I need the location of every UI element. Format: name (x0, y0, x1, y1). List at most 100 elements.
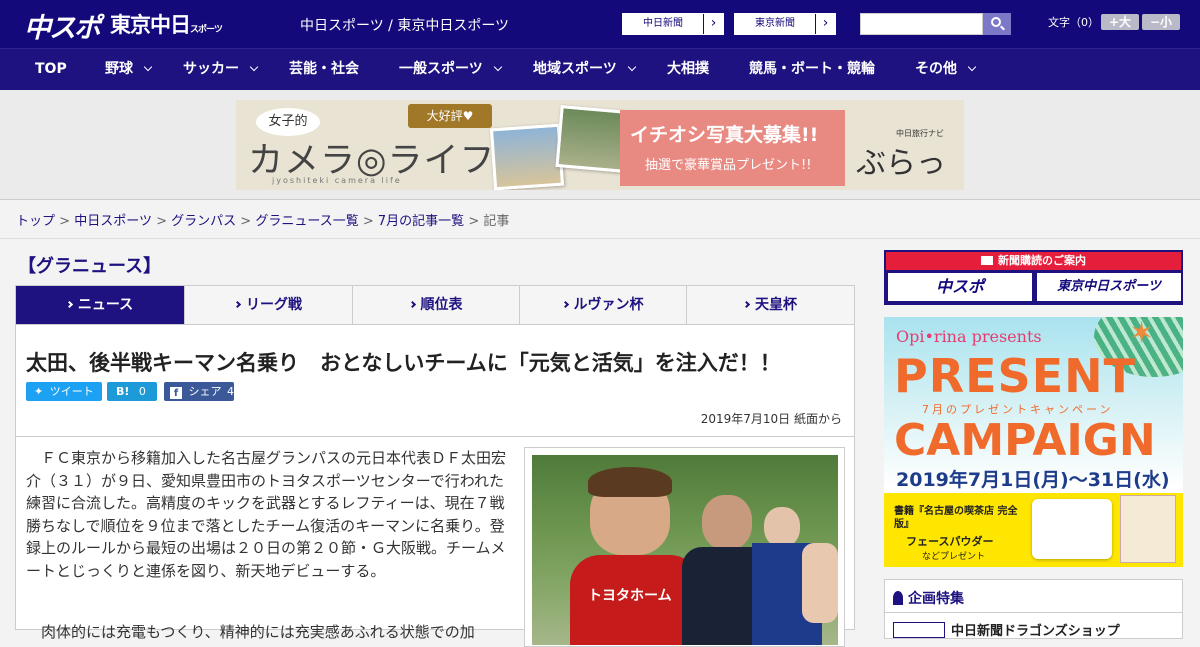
nav-item-other[interactable]: その他 (915, 49, 977, 90)
breadcrumb-link-top[interactable]: トップ (16, 214, 55, 229)
main-nav: TOP 野球 サッカー 芸能・社会 一般スポーツ 地域スポーツ 大相撲 競馬・ボ… (0, 48, 1200, 90)
camera-life-banner-ad[interactable]: 女子的 カメラ◎ライフ jyoshiteki camera life 大好評♥ … (236, 100, 964, 190)
nav-item-sumo[interactable]: 大相撲 (667, 49, 709, 90)
tokyo-shimbun-label: 東京新聞 (755, 18, 795, 29)
campaign-line1: PRESENT (894, 349, 1136, 403)
tab-standings[interactable]: 順位表 (353, 286, 520, 324)
chevron-right-icon (65, 300, 73, 309)
chevron-right-icon (561, 300, 569, 309)
chevron-down-icon (967, 62, 977, 72)
site-name-links[interactable]: 中日スポーツ / 東京中日スポーツ (300, 15, 509, 35)
compact-powder-image (1032, 499, 1112, 559)
tab-label: ニュース (77, 297, 134, 313)
nav-item-label: 芸能・社会 (289, 61, 359, 77)
section-title: 【グラニュース】 (18, 256, 162, 277)
campaign-gift2: フェースパウダー (906, 535, 994, 548)
chevron-down-icon (493, 62, 502, 72)
facebook-icon: f (170, 387, 182, 399)
nav-item-local-sports[interactable]: 地域スポーツ (533, 49, 636, 90)
banner-pink-panel: イチオシ写真大募集!! 抽選で豪華賞品プレゼント!! (620, 110, 845, 186)
breadcrumb-separator: > (362, 214, 374, 229)
nav-item-baseball[interactable]: 野球 (105, 49, 153, 90)
feature-box: 企画特集 中日新聞ドラゴンズショップ (884, 579, 1183, 639)
font-larger-button[interactable]: +大 (1101, 14, 1139, 30)
chuspo-subscribe-logo[interactable]: 中スポ (888, 273, 1032, 301)
tab-levain-cup[interactable]: ルヴァン杯 (520, 286, 687, 324)
divider (16, 436, 854, 437)
chevron-right-icon (233, 300, 242, 309)
article-photo[interactable]: トヨタホーム (532, 455, 838, 645)
nav-item-keiba[interactable]: 競馬・ボート・競輪 (749, 49, 875, 90)
photo-player-third (764, 507, 800, 547)
breadcrumb-link-july-articles[interactable]: 7月の記事一覧 (378, 214, 464, 229)
tokyo-chunichi-logo-small: スポーツ (190, 25, 223, 35)
campaign-brand: Opi•rina presents (896, 327, 1042, 346)
subscription-box[interactable]: 新聞購読のご案内 中スポ 東京中日スポーツ (884, 250, 1183, 305)
nav-item-label: 地域スポーツ (533, 61, 617, 77)
tab-emperors-cup[interactable]: 天皇杯 (687, 286, 854, 324)
search-icon (991, 17, 1001, 27)
facebook-share-label: シェア (188, 385, 222, 398)
facebook-share-count: 4 (227, 385, 234, 398)
tab-news[interactable]: ニュース (16, 286, 185, 324)
chuspo-logo[interactable]: 中スポ (24, 6, 101, 45)
chunichi-shimbun-label: 中日新聞 (643, 18, 683, 29)
breadcrumb-link-chunichi-sports[interactable]: 中日スポーツ (74, 214, 152, 229)
article-photo-frame: トヨタホーム (524, 447, 845, 647)
tweet-label: ツイート (49, 385, 94, 398)
search-input[interactable] (860, 13, 983, 35)
ad-band: 女子的 カメラ◎ライフ jyoshiteki camera life 大好評♥ … (0, 90, 1200, 200)
tab-league[interactable]: リーグ戦 (185, 286, 353, 324)
nav-item-label: 競馬・ボート・競輪 (749, 61, 875, 77)
breadcrumb-separator: > (468, 214, 480, 229)
present-campaign-ad[interactable]: ✶ Opi•rina presents PRESENT 7月のプレゼントキャンペ… (884, 317, 1183, 567)
nav-item-label: 大相撲 (667, 61, 709, 77)
photo-player-second (702, 495, 752, 550)
article-date: 2019年7月10日 紙面から (700, 412, 842, 426)
article-headline: 太田、後半戦キーマン名乗り おとなしいチームに「元気と活気」を注入だ！！ (26, 351, 781, 375)
banner-sub: 抽選で豪華賞品プレゼント!! (645, 158, 812, 173)
breadcrumb: トップ > 中日スポーツ > グランパス > グラニュース一覧 > 7月の記事一… (16, 210, 509, 229)
nav-item-label: TOP (35, 61, 67, 77)
starfish-icon: ✶ (1129, 317, 1155, 351)
feature-item[interactable]: 中日新聞ドラゴンズショップ (893, 620, 1173, 639)
font-smaller-button[interactable]: −小 (1142, 14, 1180, 30)
breadcrumb-link-grampus[interactable]: グランパス (171, 214, 236, 229)
chunichi-shimbun-button[interactable]: 中日新聞 › (622, 13, 724, 35)
chevron-right-icon: › (815, 14, 835, 34)
facebook-share-button[interactable]: f シェア 4 (164, 382, 234, 401)
nav-item-entertainment[interactable]: 芸能・社会 (289, 49, 359, 90)
chevron-right-icon (408, 300, 416, 309)
nav-item-label: サッカー (183, 61, 239, 77)
tokyo-chunichi-logo[interactable]: 東京中日スポーツ (110, 9, 223, 39)
nav-item-general-sports[interactable]: 一般スポーツ (399, 49, 502, 90)
feature-title: 企画特集 (908, 591, 964, 607)
newspaper-icon (981, 256, 993, 265)
chevron-down-icon (249, 62, 259, 72)
tab-label: 天皇杯 (755, 297, 797, 313)
tokyo-shimbun-button[interactable]: 東京新聞 › (734, 13, 836, 35)
ribbon-icon (893, 591, 903, 605)
tab-label: ルヴァン杯 (573, 297, 644, 313)
nav-item-label: 野球 (105, 61, 133, 77)
hatena-bookmark-button[interactable]: B! 0 (107, 382, 157, 401)
banner-tag: 大好評♥ (408, 104, 492, 128)
feature-heading: 企画特集 (893, 588, 964, 608)
banner-headline: イチオシ写真大募集!! (630, 124, 819, 146)
search-button[interactable] (983, 13, 1011, 35)
tab-label: リーグ戦 (246, 297, 302, 313)
breadcrumb-separator: > (156, 214, 167, 229)
nav-item-top[interactable]: TOP (35, 49, 67, 90)
feature-divider (885, 612, 1182, 613)
campaign-gift3: などプレゼント (922, 552, 986, 562)
tweet-button[interactable]: ✦ ツイート (26, 382, 102, 401)
tokyo-chunichi-subscribe-logo[interactable]: 東京中日スポーツ (1037, 273, 1181, 301)
book-image (1120, 495, 1176, 563)
chevron-down-icon (627, 62, 636, 72)
banner-photo (489, 123, 565, 190)
photo-fan-hand (802, 543, 838, 623)
subscription-heading-text: 新聞購読のご案内 (998, 254, 1086, 267)
nav-item-soccer[interactable]: サッカー (183, 49, 259, 90)
twitter-icon: ✦ (34, 385, 44, 398)
breadcrumb-link-granews-list[interactable]: グラニュース一覧 (255, 214, 358, 229)
